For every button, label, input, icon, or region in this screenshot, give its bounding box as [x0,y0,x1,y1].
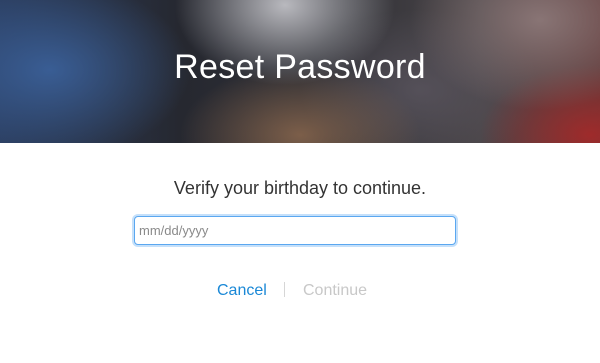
verify-prompt: Verify your birthday to continue. [173,178,427,198]
cancel-button[interactable]: Cancel [217,280,267,302]
header-banner: Reset Password [0,0,600,143]
actions-divider [284,282,285,297]
continue-button[interactable]: Continue [303,280,367,302]
birthday-input[interactable] [134,216,456,245]
form-actions: Cancel Continue [0,280,600,302]
page-title: Reset Password [174,48,426,86]
verify-birthday-form: Verify your birthday to continue. Cancel… [0,143,600,363]
